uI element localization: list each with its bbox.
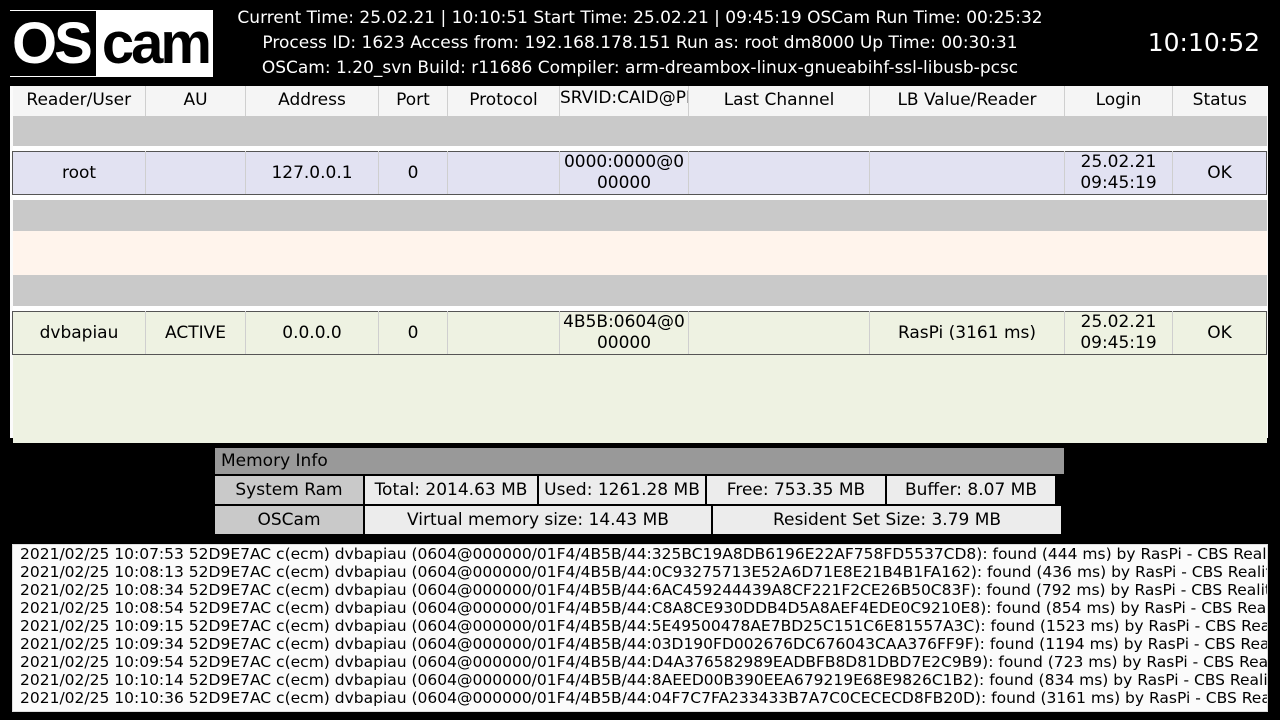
log-line: 2021/02/25 10:09:15 52D9E7AC c (ecm) dvba… [20, 617, 1268, 635]
memory-info: Memory Info System Ram Total: 2014.63 MB… [215, 448, 1064, 534]
log-line: 2021/02/25 10:08:34 52D9E7AC c (ecm) dvba… [20, 581, 1268, 599]
row-protocol [447, 311, 560, 355]
col-port[interactable]: Port [378, 86, 448, 116]
row-port: 0 [378, 151, 448, 195]
log-line: 2021/02/25 10:09:34 52D9E7AC c (ecm) dvba… [20, 635, 1268, 653]
memory-info-title: Memory Info [215, 448, 1064, 474]
log-line: 2021/02/25 10:09:54 52D9E7AC c (ecm) dvba… [20, 653, 1268, 671]
log-line: 2021/02/25 10:07:53 52D9E7AC c (ecm) dvba… [20, 545, 1268, 563]
system-info: Current Time: 25.02.21 | 10:10:51 Start … [230, 6, 1050, 81]
col-address[interactable]: Address [245, 86, 379, 116]
ram-free: Free: 753.35 MB [707, 476, 885, 504]
log-line: 2021/02/25 10:10:36 52D9E7AC c (ecm) dvba… [20, 689, 1268, 707]
table-row[interactable]: dvbapiau ACTIVE 0.0.0.0 0 4B5B:0604@0000… [12, 311, 1267, 355]
time-info: Current Time: 25.02.21 | 10:10:51 Start … [237, 8, 1043, 28]
row-lb-value: RasPi (3161 ms) [869, 311, 1065, 355]
log-line: 2021/02/25 10:10:14 52D9E7AC c (ecm) dvba… [20, 671, 1268, 689]
status-table: Reader/User AU Address Port Protocol SRV… [12, 86, 1267, 443]
col-au[interactable]: AU [145, 86, 246, 116]
row-srvid: 4B5B:0604@000000 [559, 311, 689, 355]
ram-buffer: Buffer: 8.07 MB [887, 476, 1055, 504]
row-address: 0.0.0.0 [245, 311, 379, 355]
oscam-label: OSCam [215, 506, 363, 534]
row-login: 25.02.21 09:45:19 [1064, 151, 1173, 195]
reader-section-fill [12, 354, 1267, 443]
system-ram-label: System Ram [215, 476, 363, 504]
row-name[interactable]: root [12, 151, 146, 195]
row-status: OK [1172, 311, 1267, 355]
row-port: 0 [378, 311, 448, 355]
col-status: Status [1172, 86, 1267, 116]
section-separator [12, 116, 1267, 146]
system-ram-row: System Ram Total: 2014.63 MB Used: 1261.… [215, 476, 1064, 504]
col-login[interactable]: Login [1064, 86, 1173, 116]
oscam-logo: OS cam [10, 10, 213, 77]
col-reader-user[interactable]: Reader/User [12, 86, 146, 116]
table-header: Reader/User AU Address Port Protocol SRV… [12, 86, 1267, 116]
row-au: ACTIVE [145, 311, 246, 355]
ram-total: Total: 2014.63 MB [365, 476, 537, 504]
row-status: OK [1172, 151, 1267, 195]
process-info: Process ID: 1623 Access from: 192.168.17… [262, 33, 1018, 53]
row-last-channel [688, 151, 870, 195]
status-panel: Reader/User AU Address Port Protocol SRV… [10, 86, 1268, 443]
row-login: 25.02.21 09:45:19 [1064, 311, 1173, 355]
col-protocol[interactable]: Protocol [447, 86, 560, 116]
row-last-channel [688, 311, 870, 355]
section-separator [12, 275, 1267, 306]
ram-used: Used: 1261.28 MB [539, 476, 705, 504]
log-line: 2021/02/25 10:08:54 52D9E7AC c (ecm) dvba… [20, 599, 1268, 617]
table-row[interactable]: root 127.0.0.1 0 0000:0000@000000 25.02.… [12, 151, 1267, 195]
row-name[interactable]: dvbapiau [12, 311, 146, 355]
row-srvid: 0000:0000@000000 [559, 151, 689, 195]
virtual-memory: Virtual memory size: 14.43 MB [365, 506, 711, 534]
row-address: 127.0.0.1 [245, 151, 379, 195]
clock: 10:10:52 [1147, 28, 1260, 57]
col-last-channel[interactable]: Last Channel [688, 86, 870, 116]
empty-section [12, 231, 1267, 275]
row-lb-value [869, 151, 1065, 195]
row-au [145, 151, 246, 195]
resident-set: Resident Set Size: 3.79 MB [713, 506, 1061, 534]
row-protocol [447, 151, 560, 195]
col-srvid[interactable]: SRVID:CAID@PROVID [559, 86, 689, 116]
oscam-memory-row: OSCam Virtual memory size: 14.43 MB Resi… [215, 506, 1064, 534]
build-info: OSCam: 1.20_svn Build: r11686 Compiler: … [261, 58, 1019, 78]
log-line: 2021/02/25 10:08:13 52D9E7AC c (ecm) dvba… [20, 563, 1268, 581]
log-panel[interactable]: 2021/02/25 10:07:53 52D9E7AC c (ecm) dvba… [12, 544, 1268, 712]
section-separator [12, 200, 1267, 231]
col-lb-value[interactable]: LB Value/Reader [869, 86, 1065, 116]
